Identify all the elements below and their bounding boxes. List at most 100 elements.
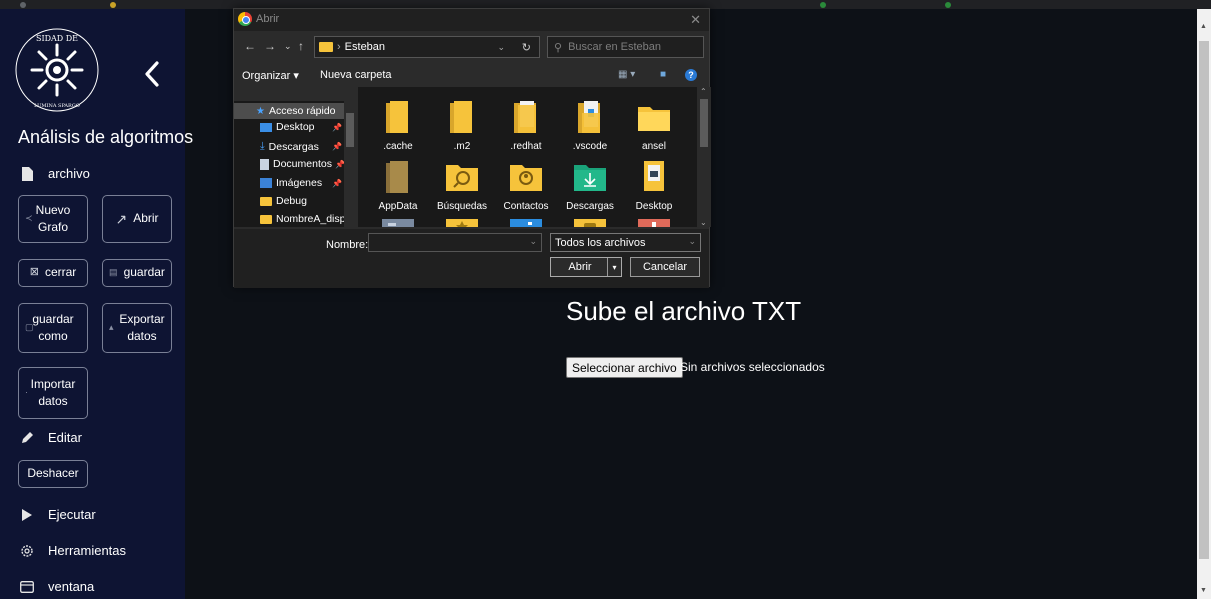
search-placeholder: Buscar en Esteban	[568, 41, 662, 53]
back-arrow-icon[interactable]: ←	[244, 39, 256, 53]
searches-folder-icon	[446, 165, 478, 191]
documents-icon	[260, 158, 269, 170]
folder-icon	[260, 214, 272, 224]
path-folder: Esteban	[344, 41, 386, 53]
contacts-folder-icon	[510, 165, 542, 191]
refresh-icon[interactable]: ↻	[522, 41, 531, 54]
play-icon	[20, 508, 34, 522]
preview-pane-icon[interactable]: ■	[660, 69, 666, 80]
navigation-pane: ★ Acceso rápido Desktop 📌 ⤓ Descargas 📌 …	[234, 101, 356, 227]
tree-scrollbar-thumb[interactable]	[346, 113, 354, 147]
tree-item-acceso-rapido[interactable]: ★ Acceso rápido	[234, 103, 346, 119]
scroll-down-icon[interactable]: ▼	[1200, 587, 1207, 594]
help-icon[interactable]: ?	[685, 69, 697, 81]
select-file-button[interactable]: Seleccionar archivo	[566, 357, 683, 378]
desktop-folder-icon	[260, 122, 272, 132]
star-icon: ★	[256, 105, 265, 117]
app-title: Análisis de algoritmos	[18, 127, 194, 147]
file-name-input[interactable]: ⌄	[368, 233, 542, 252]
pictures-icon	[260, 178, 272, 188]
open-external-icon: ↗	[115, 210, 128, 227]
view-options-icon[interactable]: ▦ ▾	[618, 69, 635, 80]
share-icon: ≺	[25, 213, 33, 224]
tree-item-debug[interactable]: Debug	[260, 195, 307, 207]
nuevo-grafo-button[interactable]: ≺ Nuevo Grafo	[18, 195, 88, 243]
menu-archivo[interactable]: archivo	[20, 166, 90, 181]
download-icon: ⤓	[260, 140, 265, 152]
split-dropdown-icon[interactable]: ▾	[607, 258, 621, 276]
tree-item-imagenes[interactable]: Imágenes	[260, 177, 322, 189]
desktop-folder-icon	[644, 161, 664, 191]
folder-icon	[510, 219, 542, 227]
organizar-menu[interactable]: Organizar ▾	[242, 69, 299, 82]
up-arrow-icon[interactable]: ↑	[298, 39, 304, 53]
folder-document-icon	[514, 101, 536, 133]
tree-scrollbar[interactable]	[344, 101, 356, 227]
scroll-up-icon[interactable]: ▲	[1200, 23, 1207, 30]
university-logo-icon: SIDAD DE LUMINA SPARGO	[15, 28, 99, 112]
tree-item-descargas[interactable]: ⤓ Descargas	[260, 140, 319, 153]
dialog-toolbar: Organizar ▾ Nueva carpeta ▦ ▾ ■ ?	[234, 65, 709, 87]
menu-editar[interactable]: Editar	[20, 430, 82, 445]
forward-arrow-icon[interactable]: →	[264, 39, 276, 53]
folder-icon	[638, 107, 670, 131]
cerrar-button[interactable]: ⊠ cerrar	[18, 259, 88, 287]
chevron-down-icon[interactable]: ⌄	[497, 42, 505, 53]
import-icon: ·	[25, 387, 28, 398]
open-file-dialog: Abrir ✕ ← → ⌄ ↑ › Esteban ⌄ ↻ ⚲ Buscar e…	[233, 8, 711, 288]
files-scrollbar-thumb[interactable]	[700, 99, 708, 147]
export-icon: ▴	[109, 322, 114, 333]
bookmark-icon	[945, 2, 951, 8]
exportar-datos-button[interactable]: ▴ Exportar datos	[102, 303, 172, 353]
nueva-carpeta-button[interactable]: Nueva carpeta	[320, 69, 392, 81]
tree-item-desktop[interactable]: Desktop	[260, 121, 315, 133]
recent-chevron-icon[interactable]: ⌄	[284, 41, 292, 52]
scroll-down-icon[interactable]: ⌄	[700, 218, 707, 227]
dialog-title: Abrir	[256, 13, 280, 25]
folder-vscode-icon	[578, 101, 600, 133]
files-scrollbar[interactable]: ⌃ ⌄	[697, 87, 711, 227]
save-as-icon: ▢	[25, 322, 34, 333]
close-box-icon: ⊠	[29, 266, 39, 279]
sidebar: SIDAD DE LUMINA SPARGO Análisis de algor…	[0, 9, 193, 599]
menu-ejecutar[interactable]: Ejecutar	[20, 507, 96, 522]
importar-datos-button[interactable]: · Importar datos	[18, 367, 88, 419]
scrollbar-thumb[interactable]	[1199, 41, 1209, 559]
deshacer-button[interactable]: Deshacer	[18, 460, 88, 488]
search-field[interactable]: ⚲ Buscar en Esteban	[547, 36, 704, 58]
search-icon: ⚲	[554, 41, 563, 54]
file-status-text: Sin archivos seleccionados	[680, 360, 825, 374]
page-scrollbar[interactable]: ▲ ▼	[1197, 9, 1211, 599]
pencil-icon	[20, 431, 34, 445]
abrir-button[interactable]: ↗ Abrir	[102, 195, 172, 243]
tree-item-documentos[interactable]: Documentos	[260, 158, 332, 170]
guardar-como-button[interactable]: ▢ guardar como	[18, 303, 88, 353]
dialog-titlebar[interactable]: Abrir ✕	[234, 9, 709, 31]
pin-icon: 📌	[332, 142, 342, 151]
name-label: Nombre:	[326, 239, 369, 251]
downloads-folder-icon	[574, 165, 606, 191]
path-separator-icon: ›	[337, 41, 341, 53]
chevron-down-icon[interactable]: ⌄	[529, 236, 537, 247]
close-icon[interactable]: ✕	[690, 12, 701, 28]
pin-icon: 📌	[332, 179, 342, 188]
svg-text:SIDAD DE: SIDAD DE	[36, 34, 78, 43]
svg-text:LUMINA SPARGO: LUMINA SPARGO	[34, 103, 80, 109]
dialog-bottom-bar: Nombre: ⌄ Todos los archivos ⌄ Abrir ▾ C…	[234, 229, 709, 288]
chevron-down-icon[interactable]: ⌄	[688, 236, 696, 247]
collapse-sidebar-icon[interactable]	[142, 59, 162, 89]
hidden-folder-icon	[386, 161, 408, 193]
dialog-cancel-button[interactable]: Cancelar	[630, 257, 700, 277]
dialog-open-button[interactable]: Abrir ▾	[550, 257, 622, 277]
guardar-button[interactable]: ▤ guardar	[102, 259, 172, 287]
menu-archivo-label: archivo	[48, 166, 90, 181]
favorites-folder-icon	[446, 219, 478, 227]
folder-icon	[260, 196, 272, 206]
tree-item-nombrea[interactable]: NombreA_displa	[260, 213, 354, 225]
bookmark-icon	[110, 2, 116, 8]
menu-ventana[interactable]: ventana	[20, 579, 94, 594]
file-type-select[interactable]: Todos los archivos ⌄	[550, 233, 701, 252]
menu-herramientas[interactable]: Herramientas	[20, 543, 126, 558]
scroll-up-icon[interactable]: ⌃	[700, 87, 707, 96]
address-bar[interactable]: › Esteban ⌄ ↻	[314, 36, 540, 58]
